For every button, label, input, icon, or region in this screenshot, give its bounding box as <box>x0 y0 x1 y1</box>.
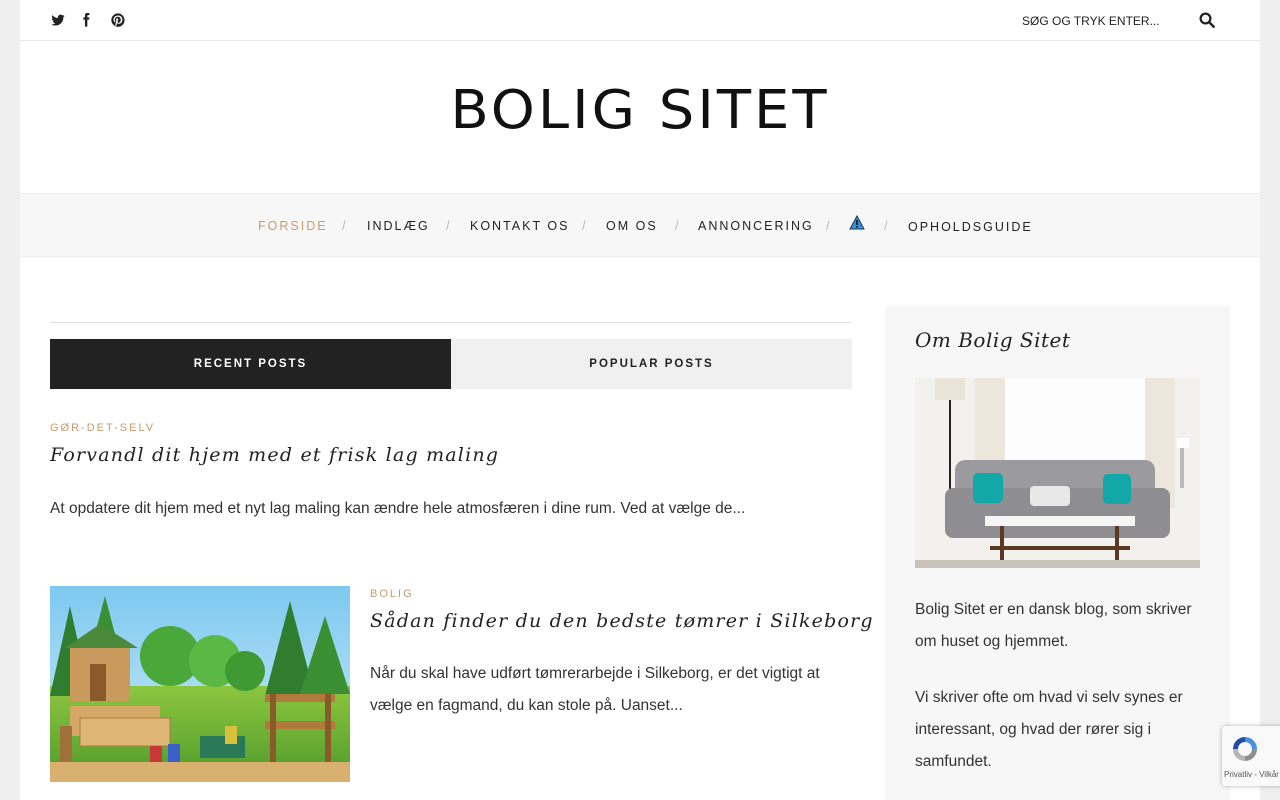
tab-popular-posts[interactable]: POPULAR POSTS <box>451 339 852 389</box>
twitter-icon[interactable] <box>50 12 66 28</box>
top-bar <box>20 0 1260 41</box>
nav-item-indlaeg[interactable]: INDLÆG <box>367 219 430 233</box>
nav-item-opholdsguide[interactable]: OPHOLDSGUIDE <box>908 220 1033 234</box>
nav-separator: / <box>446 218 450 233</box>
post-category[interactable]: GØR-DET-SELV <box>50 422 155 434</box>
post-title[interactable]: Sådan finder du den bedste tømrer i Silk… <box>370 610 874 632</box>
post-excerpt: At opdatere dit hjem med et nyt lag mali… <box>50 500 746 517</box>
nav-item-kontakt-os[interactable]: KONTAKT OS <box>470 219 569 233</box>
post-excerpt: Når du skal have udført tømrerarbejde i … <box>370 665 820 714</box>
search-icon[interactable] <box>1198 11 1216 29</box>
post-title[interactable]: Forvandl dit hjem med et frisk lag malin… <box>50 444 499 466</box>
widget-text: Vi skriver ofte om hvad vi selv synes er… <box>915 689 1183 770</box>
recaptcha-icon <box>1233 737 1257 761</box>
nav-separator: / <box>675 218 679 233</box>
sidebar-widget: Om Bolig Sitet Bolig Sitet er en dansk b… <box>885 306 1230 800</box>
warning-icon[interactable] <box>849 215 865 231</box>
widget-title: Om Bolig Sitet <box>915 328 1071 352</box>
nav-separator: / <box>342 218 346 233</box>
recaptcha-badge[interactable]: Privatliv - Vilkår <box>1222 726 1280 786</box>
nav-item-annoncering[interactable]: ANNONCERING <box>698 219 814 233</box>
nav-separator: / <box>884 218 888 233</box>
main-navigation: FORSIDE / INDLÆG / KONTAKT OS / OM OS / … <box>20 193 1260 257</box>
nav-item-om-os[interactable]: OM OS <box>606 219 658 233</box>
nav-separator: / <box>582 218 586 233</box>
recaptcha-links[interactable]: Privatliv - Vilkår <box>1224 770 1279 779</box>
site-logo[interactable]: BOLIG SITET <box>20 80 1260 142</box>
search-input[interactable] <box>1020 10 1194 32</box>
post-thumbnail[interactable] <box>50 586 350 782</box>
post-category[interactable]: BOLIG <box>370 588 414 600</box>
pinterest-icon[interactable] <box>110 12 126 28</box>
nav-separator: / <box>826 218 830 233</box>
widget-text: Bolig Sitet er en dansk blog, som skrive… <box>915 601 1192 650</box>
nav-item-forside[interactable]: FORSIDE <box>258 219 328 233</box>
divider <box>50 322 851 323</box>
page: BOLIG SITET FORSIDE / INDLÆG / KONTAKT O… <box>20 0 1260 800</box>
widget-image <box>915 378 1200 568</box>
facebook-icon[interactable] <box>78 12 94 28</box>
tab-recent-posts[interactable]: RECENT POSTS <box>50 339 451 389</box>
